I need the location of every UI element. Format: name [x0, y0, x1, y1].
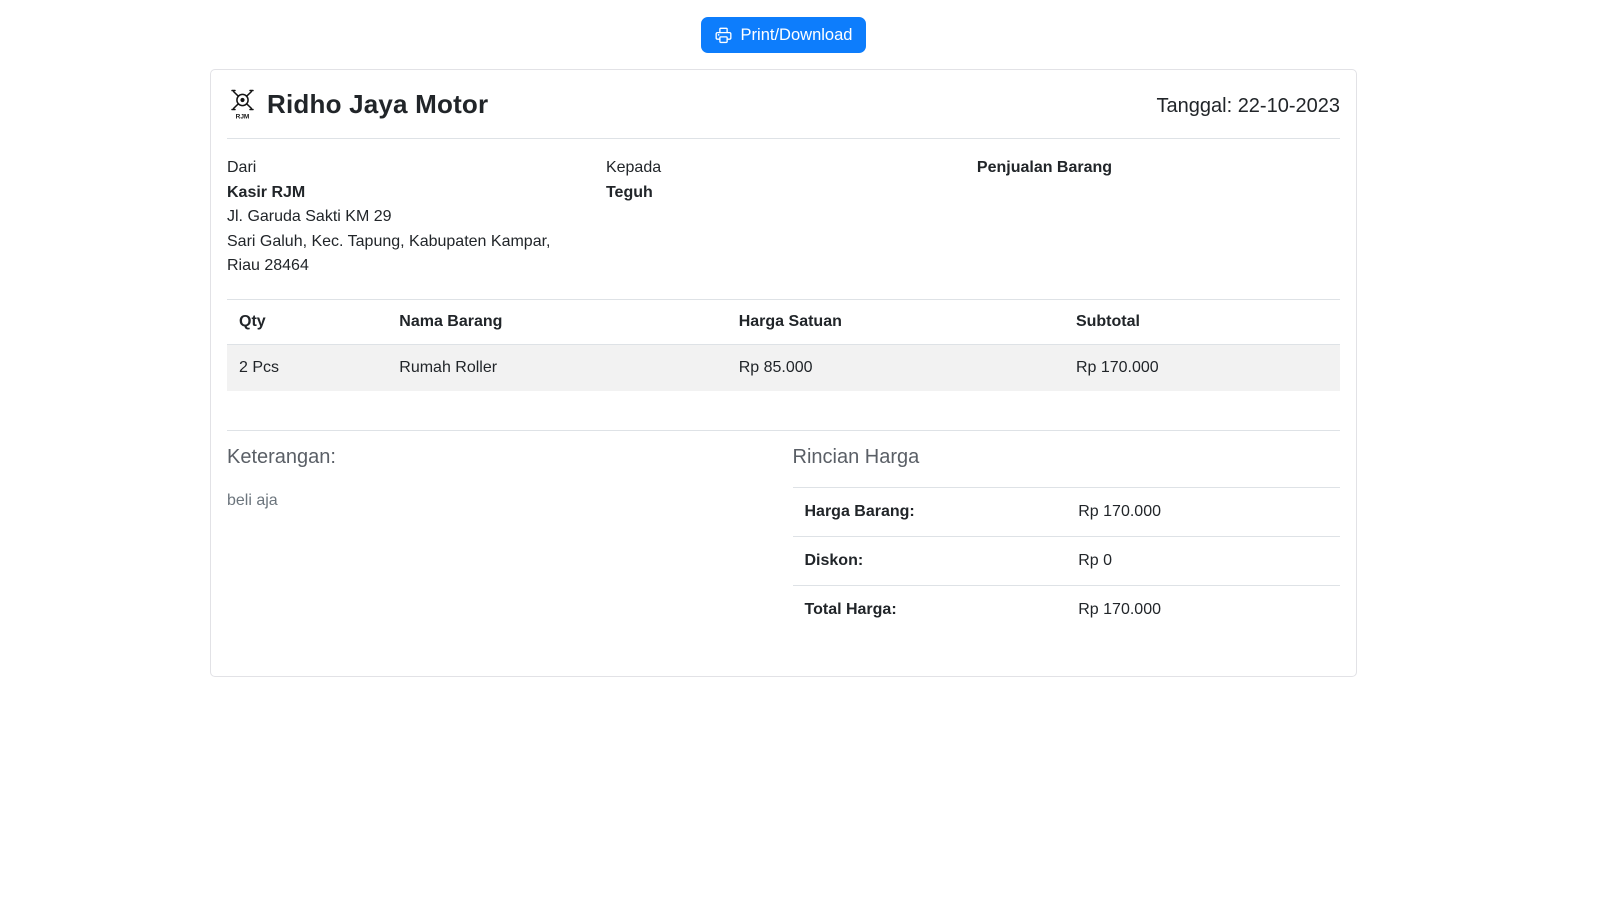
notes-text: beli aja — [227, 492, 784, 510]
summary-value: Rp 170.000 — [1066, 585, 1340, 634]
toolbar: Print/Download — [0, 0, 1567, 53]
item-name: Rumah Roller — [387, 344, 726, 391]
company-name: Ridho Jaya Motor — [267, 89, 488, 120]
col-header-qty: Qty — [227, 299, 387, 344]
party-to: Kepada Teguh — [598, 156, 969, 279]
party-from: Dari Kasir RJM Jl. Garuda Sakti KM 29 Sa… — [227, 156, 598, 279]
invoice-header: RJM Ridho Jaya Motor Tanggal: 22-10-2023 — [227, 89, 1340, 120]
notes-section: Keterangan: beli aja — [227, 431, 784, 634]
logo-text: RJM — [236, 114, 250, 121]
rjm-emblem-icon: RJM — [229, 89, 256, 120]
from-label: Dari — [227, 156, 598, 181]
summary-row-diskon: Diskon: Rp 0 — [793, 536, 1341, 585]
from-name: Kasir RJM — [227, 181, 598, 206]
items-table: Qty Nama Barang Harga Satuan Subtotal 2 … — [227, 299, 1340, 391]
col-header-nama-barang: Nama Barang — [387, 299, 726, 344]
summary-row-total-harga: Total Harga: Rp 170.000 — [793, 585, 1341, 634]
print-download-label: Print/Download — [741, 26, 853, 45]
col-header-subtotal: Subtotal — [1064, 299, 1340, 344]
item-subtotal: Rp 170.000 — [1064, 344, 1340, 391]
from-address-line1: Jl. Garuda Sakti KM 29 — [227, 205, 587, 230]
col-header-harga-satuan: Harga Satuan — [727, 299, 1064, 344]
price-summary-section: Rincian Harga Harga Barang: Rp 170.000 D… — [784, 431, 1341, 634]
to-name: Teguh — [606, 181, 969, 206]
item-qty: 2 Pcs — [227, 344, 387, 391]
invoice-card: RJM Ridho Jaya Motor Tanggal: 22-10-2023… — [210, 69, 1357, 677]
summary-label: Harga Barang: — [793, 487, 1067, 536]
summary-value: Rp 0 — [1066, 536, 1340, 585]
items-table-header-row: Qty Nama Barang Harga Satuan Subtotal — [227, 299, 1340, 344]
summary-title: Rincian Harga — [793, 446, 1341, 469]
bottom-section: Keterangan: beli aja Rincian Harga Harga… — [227, 431, 1340, 634]
summary-value: Rp 170.000 — [1066, 487, 1340, 536]
notes-title: Keterangan: — [227, 446, 784, 469]
summary-table: Harga Barang: Rp 170.000 Diskon: Rp 0 To… — [793, 487, 1341, 634]
item-unit-price: Rp 85.000 — [727, 344, 1064, 391]
printer-icon — [715, 27, 732, 44]
transaction-type: Penjualan Barang — [969, 156, 1340, 279]
from-address-line2: Sari Galuh, Kec. Tapung, Kabupaten Kampa… — [227, 230, 587, 279]
parties-row: Dari Kasir RJM Jl. Garuda Sakti KM 29 Sa… — [227, 156, 1340, 279]
summary-row-harga-barang: Harga Barang: Rp 170.000 — [793, 487, 1341, 536]
header-divider — [227, 138, 1340, 139]
to-label: Kepada — [606, 156, 969, 181]
transaction-type-label: Penjualan Barang — [977, 156, 1340, 181]
print-download-button[interactable]: Print/Download — [701, 17, 867, 53]
table-row: 2 Pcs Rumah Roller Rp 85.000 Rp 170.000 — [227, 344, 1340, 391]
summary-label: Total Harga: — [793, 585, 1067, 634]
invoice-date: Tanggal: 22-10-2023 — [1157, 89, 1340, 118]
brand: RJM Ridho Jaya Motor — [227, 89, 488, 120]
summary-label: Diskon: — [793, 536, 1067, 585]
